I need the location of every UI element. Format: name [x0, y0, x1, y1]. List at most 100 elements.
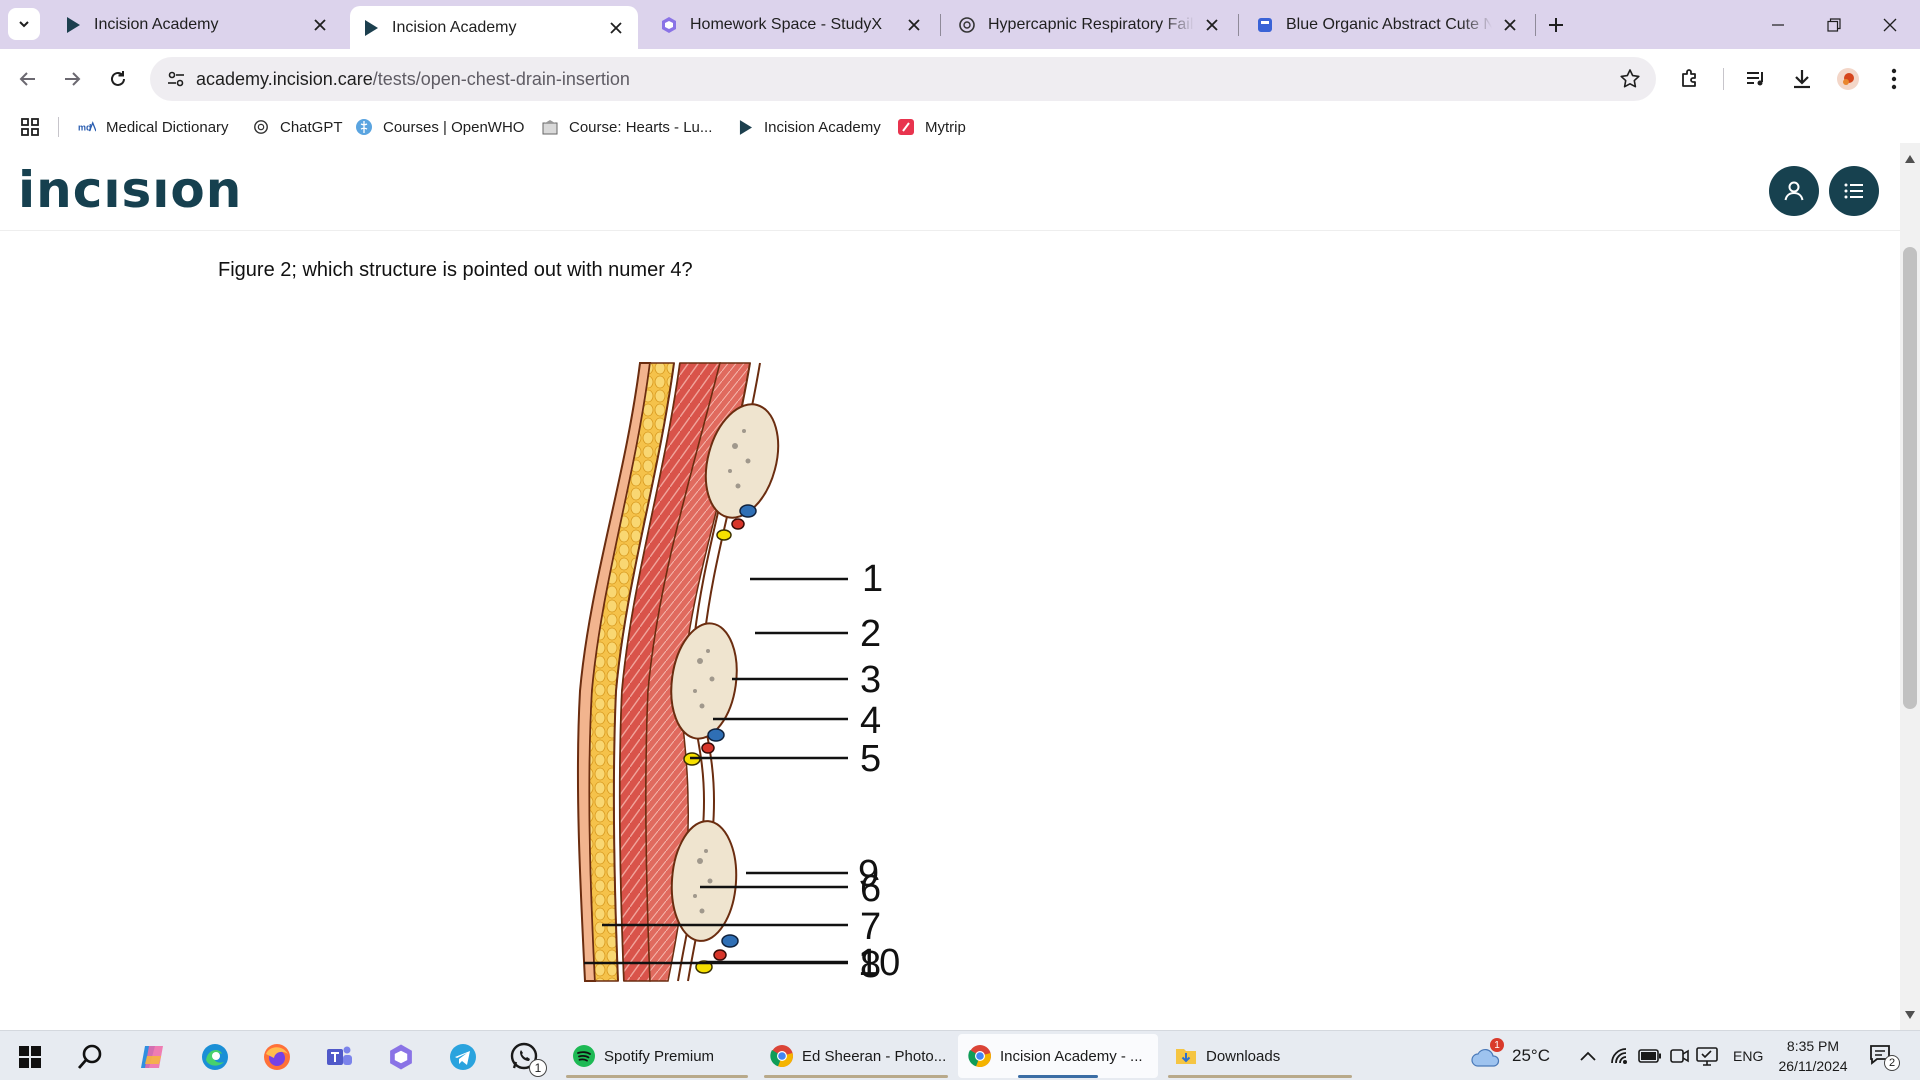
- edge-button[interactable]: [195, 1039, 235, 1075]
- tab-title: Hypercapnic Respiratory Failure: [988, 15, 1194, 33]
- battery-button[interactable]: [1638, 1031, 1662, 1081]
- bookmark-chatgpt[interactable]: ChatGPT: [252, 115, 343, 139]
- site-settings-icon[interactable]: [164, 67, 188, 96]
- whatsapp-button[interactable]: 1: [505, 1039, 547, 1077]
- url-path: /tests/open-chest-drain-insertion: [372, 69, 630, 89]
- taskbar-item-chrome-incision[interactable]: Incision Academy - ...: [958, 1034, 1158, 1078]
- url-text[interactable]: academy.incision.care/tests/open-chest-d…: [196, 69, 630, 90]
- incision-logo[interactable]: incısıon: [18, 161, 242, 219]
- whatsapp-badge: 1: [529, 1059, 547, 1077]
- tab-incision-academy-2[interactable]: Incision Academy: [350, 6, 638, 49]
- studyx-icon: [660, 16, 678, 34]
- clock-time: 8:35 PM: [1786, 1038, 1840, 1054]
- folder-icon: [1174, 1044, 1198, 1068]
- network-button[interactable]: [1610, 1031, 1632, 1081]
- back-button[interactable]: [10, 61, 46, 97]
- bookmark-incision-academy[interactable]: Incision Academy: [736, 115, 881, 139]
- taskbar-item-spotify[interactable]: Spotify Premium: [562, 1034, 752, 1078]
- page-content: incısıon Figure 2; which structure is po…: [0, 143, 1900, 1030]
- media-controls-button[interactable]: [1740, 63, 1772, 95]
- windows-taskbar: 1 Spotify Premium Ed Sheeran - Photo... …: [0, 1030, 1920, 1080]
- list-icon: [1844, 183, 1863, 199]
- teams-button[interactable]: [319, 1039, 359, 1075]
- firefox-button[interactable]: [257, 1039, 297, 1075]
- taskbar-item-chrome-ed-sheeran[interactable]: Ed Sheeran - Photo...: [760, 1034, 952, 1078]
- menu-list-button[interactable]: [1829, 166, 1879, 216]
- notifications-button[interactable]: 2: [1868, 1031, 1900, 1081]
- site-header: incısıon: [0, 143, 1900, 231]
- profile-button[interactable]: [1832, 63, 1864, 95]
- extensions-button[interactable]: [1674, 63, 1706, 95]
- taskbar-item-downloads[interactable]: Downloads: [1164, 1034, 1356, 1078]
- task-label: Ed Sheeran - Photo...: [802, 1047, 947, 1065]
- bookmark-openwho[interactable]: Courses | OpenWHO: [355, 115, 524, 139]
- close-icon[interactable]: [606, 18, 626, 38]
- wifi-icon: [1611, 1048, 1627, 1064]
- bookmark-mytrip[interactable]: Mytrip: [897, 115, 966, 139]
- weather-widget[interactable]: 1 25°C: [1470, 1031, 1550, 1081]
- close-icon[interactable]: [1500, 15, 1520, 35]
- playlist-icon: [1747, 72, 1763, 86]
- apps-button[interactable]: [20, 115, 40, 139]
- weather-badge: 1: [1490, 1038, 1504, 1052]
- tab-title: Incision Academy: [94, 15, 219, 33]
- course-icon: [541, 118, 559, 136]
- meet-now-button[interactable]: [1668, 1031, 1690, 1081]
- tab-canva[interactable]: Blue Organic Abstract Cute Not: [1244, 6, 1532, 43]
- close-icon[interactable]: [904, 15, 924, 35]
- downloads-button[interactable]: [1786, 63, 1818, 95]
- tab-search-button[interactable]: [8, 8, 40, 40]
- chest-wall-figure: 1 2 3 4 5 6 7 8: [576, 362, 883, 986]
- url-domain: academy.incision.care: [196, 69, 373, 89]
- copilot-button[interactable]: [132, 1039, 172, 1075]
- studyx-app-button[interactable]: [381, 1039, 421, 1075]
- address-bar[interactable]: academy.incision.care/tests/open-chest-d…: [150, 57, 1656, 101]
- studyx-icon: [390, 1044, 412, 1070]
- page-scrollbar[interactable]: [1900, 143, 1920, 1030]
- edge-icon: [202, 1044, 228, 1070]
- minimize-button[interactable]: [1750, 0, 1806, 49]
- firefox-icon: [264, 1044, 290, 1070]
- bookmark-medical-dictionary[interactable]: md Medical Dictionary: [78, 115, 229, 139]
- input-language[interactable]: ENG: [1733, 1031, 1763, 1081]
- task-indicator: [566, 1075, 748, 1078]
- account-button[interactable]: [1769, 166, 1819, 216]
- close-icon[interactable]: [1202, 15, 1222, 35]
- tab-studyx[interactable]: Homework Space - StudyX: [648, 6, 936, 43]
- reload-icon: [111, 71, 125, 86]
- plus-icon: [1549, 17, 1563, 32]
- start-button[interactable]: [10, 1039, 50, 1075]
- new-tab-button[interactable]: [1528, 0, 1584, 49]
- play-triangle-icon: [64, 16, 82, 34]
- search-button[interactable]: [70, 1039, 110, 1075]
- figure-label-1: 1: [862, 558, 883, 600]
- reload-button[interactable]: [100, 61, 136, 97]
- display-button[interactable]: [1695, 1031, 1719, 1081]
- show-hidden-icons-button[interactable]: [1580, 1031, 1596, 1081]
- scroll-down-arrow-icon[interactable]: [1905, 1011, 1915, 1019]
- minimize-icon: [1772, 23, 1784, 26]
- bookmark-star-icon[interactable]: [1618, 67, 1642, 96]
- chevron-up-icon: [1580, 1051, 1596, 1061]
- chrome-menu-button[interactable]: [1878, 63, 1910, 95]
- mytrip-icon: [897, 118, 915, 136]
- scrollbar-thumb[interactable]: [1903, 247, 1917, 709]
- bookmark-course-hearts[interactable]: Course: Hearts - Lu...: [541, 115, 712, 139]
- clock[interactable]: 8:35 PM 26/11/2024: [1773, 1031, 1853, 1081]
- play-triangle-icon: [736, 118, 754, 136]
- telegram-button[interactable]: [443, 1039, 483, 1075]
- tab-divider: [940, 14, 941, 36]
- user-icon: [1784, 181, 1804, 201]
- chrome-icon: [968, 1044, 992, 1068]
- task-indicator: [1018, 1075, 1098, 1078]
- tab-divider: [1238, 14, 1239, 36]
- scroll-up-arrow-icon[interactable]: [1905, 155, 1915, 163]
- tab-chatgpt[interactable]: Hypercapnic Respiratory Failure: [946, 6, 1234, 43]
- restore-button[interactable]: [1806, 0, 1862, 49]
- tab-incision-academy-1[interactable]: Incision Academy: [52, 6, 342, 43]
- bookmarks-divider: [58, 117, 59, 137]
- close-window-button[interactable]: [1862, 0, 1918, 49]
- close-icon[interactable]: [310, 15, 330, 35]
- forward-button[interactable]: [54, 61, 90, 97]
- battery-icon: [1638, 1049, 1661, 1063]
